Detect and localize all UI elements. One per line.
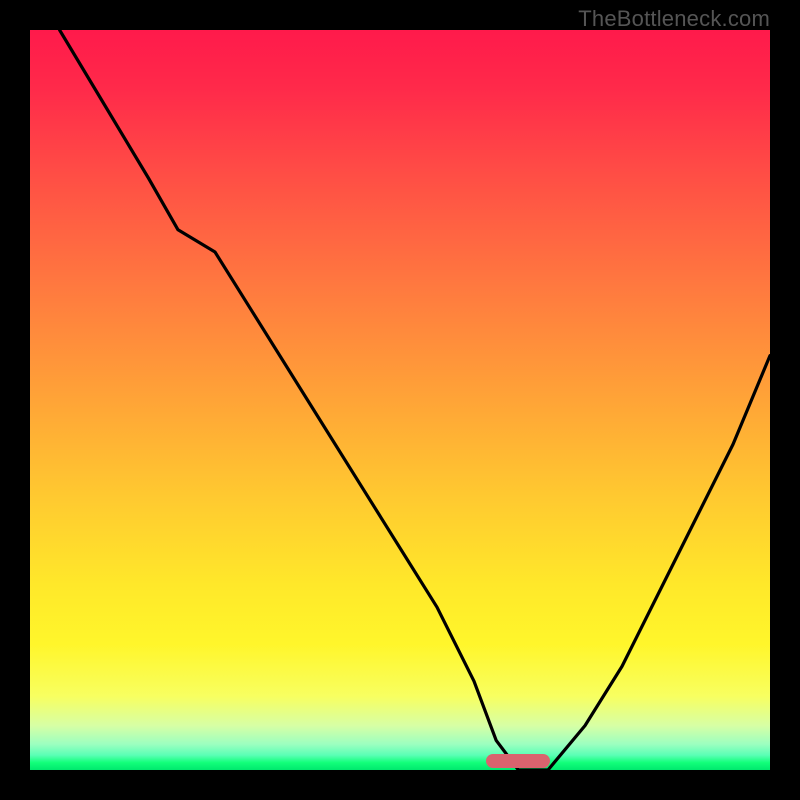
plot-area [30,30,770,770]
chart-frame: TheBottleneck.com [0,0,800,800]
watermark-text: TheBottleneck.com [578,6,770,32]
bottleneck-curve [30,30,770,770]
optimal-zone-marker [486,754,550,768]
